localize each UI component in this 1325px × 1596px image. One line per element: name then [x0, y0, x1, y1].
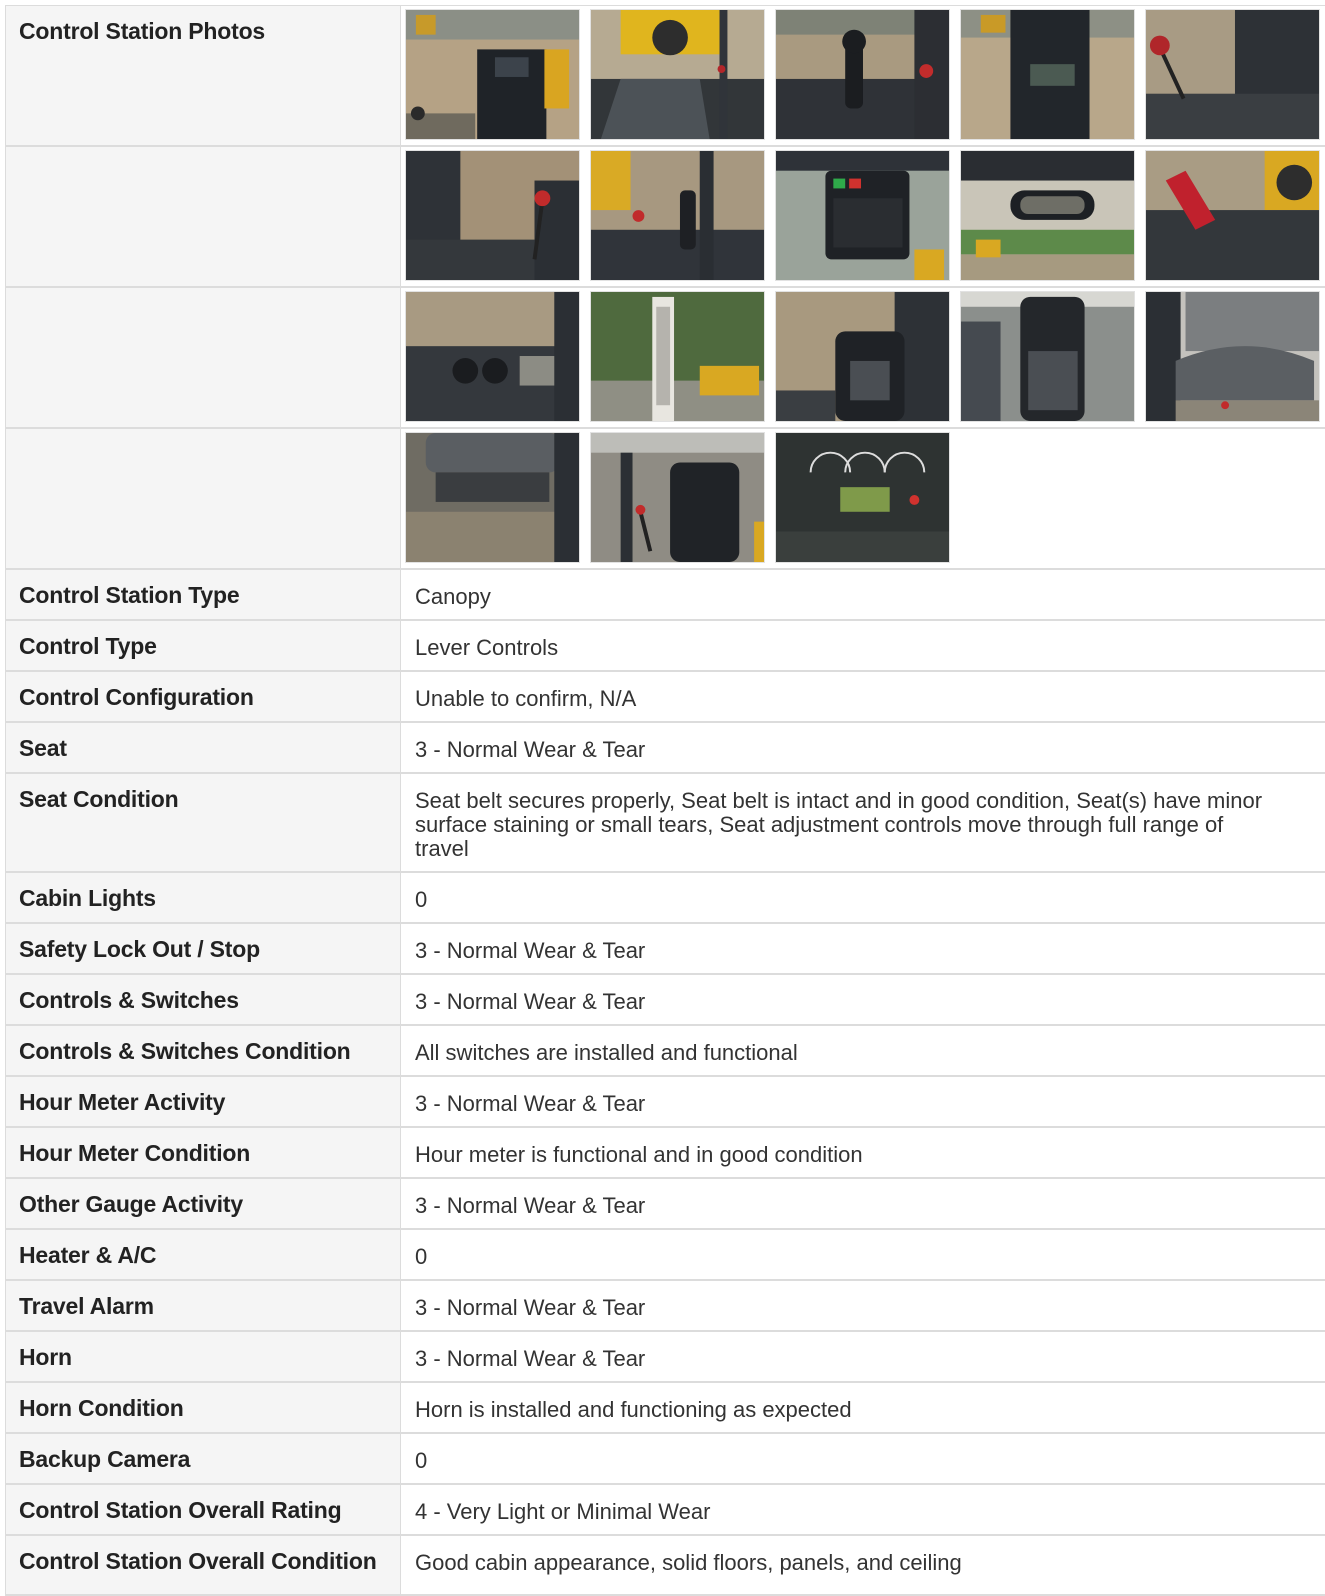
- spec-row: Safety Lock Out / Stop 3 - Normal Wear &…: [6, 924, 1325, 975]
- spec-label: Other Gauge Activity: [6, 1179, 401, 1228]
- control-station-table: Control Station Photos Control Station T…: [5, 5, 1325, 1596]
- photo-thumbnail[interactable]: [1145, 291, 1320, 422]
- photo-strip-4: [401, 429, 1325, 568]
- spec-row: Horn 3 - Normal Wear & Tear: [6, 1332, 1325, 1383]
- photo-thumbnail[interactable]: [590, 9, 765, 140]
- spec-label: Horn: [6, 1332, 401, 1381]
- spec-value: 4 - Very Light or Minimal Wear: [415, 1499, 711, 1524]
- spec-row: Hour Meter Condition Hour meter is funct…: [6, 1128, 1325, 1179]
- photo-thumbnail[interactable]: [405, 150, 580, 281]
- spec-value: 3 - Normal Wear & Tear: [415, 1091, 646, 1116]
- spec-row: Control Station Type Canopy: [6, 570, 1325, 621]
- spec-label: Controls & Switches: [6, 975, 401, 1024]
- spec-label: Travel Alarm: [6, 1281, 401, 1330]
- spec-label: Horn Condition: [6, 1383, 401, 1432]
- spec-value: Canopy: [415, 584, 491, 609]
- spec-row: Seat Condition Seat belt secures properl…: [6, 774, 1325, 873]
- spec-row: Control Station Overall Condition Good c…: [6, 1536, 1325, 1596]
- spec-label: Hour Meter Condition: [6, 1128, 401, 1177]
- spec-value: Lever Controls: [415, 635, 559, 660]
- spec-value: 3 - Normal Wear & Tear: [415, 989, 646, 1014]
- spec-value: 3 - Normal Wear & Tear: [415, 1295, 646, 1320]
- spec-row: Horn Condition Horn is installed and fun…: [6, 1383, 1325, 1434]
- photos-label: Control Station Photos: [6, 6, 401, 145]
- spec-label: Control Configuration: [6, 672, 401, 721]
- photo-thumbnail[interactable]: [960, 150, 1135, 281]
- spec-value: All switches are installed and functiona…: [415, 1040, 798, 1065]
- photo-empty-slot: [960, 432, 1135, 563]
- spec-row: Controls & Switches 3 - Normal Wear & Te…: [6, 975, 1325, 1026]
- spec-value: 3 - Normal Wear & Tear: [415, 737, 646, 762]
- photo-thumbnail[interactable]: [775, 432, 950, 563]
- photo-thumbnail[interactable]: [775, 9, 950, 140]
- spec-label: Safety Lock Out / Stop: [6, 924, 401, 973]
- photo-thumbnail[interactable]: [1145, 9, 1320, 140]
- spec-label: Backup Camera: [6, 1434, 401, 1483]
- spec-value: Horn is installed and functioning as exp…: [415, 1397, 852, 1422]
- photo-thumbnail[interactable]: [590, 150, 765, 281]
- photos-label-spacer: [6, 147, 401, 286]
- photo-strip-3: [401, 288, 1325, 427]
- photo-thumbnail[interactable]: [775, 150, 950, 281]
- spec-row: Backup Camera 0: [6, 1434, 1325, 1485]
- photos-label-spacer: [6, 288, 401, 427]
- photo-thumbnail[interactable]: [960, 291, 1135, 422]
- photo-thumbnail[interactable]: [405, 291, 580, 422]
- spec-value: 3 - Normal Wear & Tear: [415, 1346, 646, 1371]
- spec-row: Hour Meter Activity 3 - Normal Wear & Te…: [6, 1077, 1325, 1128]
- spec-label: Hour Meter Activity: [6, 1077, 401, 1126]
- spec-row: Control Station Overall Rating 4 - Very …: [6, 1485, 1325, 1536]
- photo-thumbnail[interactable]: [405, 432, 580, 563]
- spec-label: Heater & A/C: [6, 1230, 401, 1279]
- photo-thumbnail[interactable]: [405, 9, 580, 140]
- spec-label: Control Station Type: [6, 570, 401, 619]
- photos-label-spacer: [6, 429, 401, 568]
- photo-strip-2: [401, 147, 1325, 286]
- spec-value: 0: [415, 887, 428, 912]
- spec-row: Travel Alarm 3 - Normal Wear & Tear: [6, 1281, 1325, 1332]
- spec-row: Control Type Lever Controls: [6, 621, 1325, 672]
- photo-thumbnail[interactable]: [590, 291, 765, 422]
- spec-row: Heater & A/C 0: [6, 1230, 1325, 1281]
- spec-label: Seat Condition: [6, 774, 401, 871]
- photo-row-2: [6, 147, 1325, 288]
- spec-label: Control Type: [6, 621, 401, 670]
- spec-row: Other Gauge Activity 3 - Normal Wear & T…: [6, 1179, 1325, 1230]
- photo-thumbnail[interactable]: [960, 9, 1135, 140]
- spec-row: Control Configuration Unable to confirm,…: [6, 672, 1325, 723]
- photo-thumbnail[interactable]: [590, 432, 765, 563]
- spec-label: Control Station Overall Rating: [6, 1485, 401, 1534]
- spec-row: Controls & Switches Condition All switch…: [6, 1026, 1325, 1077]
- photo-strip-1: [401, 6, 1325, 145]
- spec-label: Cabin Lights: [6, 873, 401, 922]
- photo-thumbnail[interactable]: [1145, 150, 1320, 281]
- spec-value: 3 - Normal Wear & Tear: [415, 938, 646, 963]
- spec-value: Good cabin appearance, solid floors, pan…: [415, 1550, 962, 1575]
- spec-value: 0: [415, 1244, 428, 1269]
- photo-row-4: [6, 429, 1325, 570]
- spec-value: 3 - Normal Wear & Tear: [415, 1193, 646, 1218]
- spec-value: Unable to confirm, N/A: [415, 686, 637, 711]
- spec-label: Controls & Switches Condition: [6, 1026, 401, 1075]
- spec-row: Seat 3 - Normal Wear & Tear: [6, 723, 1325, 774]
- spec-row: Cabin Lights 0: [6, 873, 1325, 924]
- photo-row-3: [6, 288, 1325, 429]
- spec-value: 0: [415, 1448, 428, 1473]
- spec-value: Seat belt secures properly, Seat belt is…: [415, 788, 1263, 861]
- spec-value: Hour meter is functional and in good con…: [415, 1142, 863, 1167]
- photo-row-1: Control Station Photos: [6, 6, 1325, 147]
- photo-empty-slot: [1145, 432, 1320, 563]
- spec-label: Control Station Overall Condition: [6, 1536, 401, 1594]
- photo-thumbnail[interactable]: [775, 291, 950, 422]
- spec-label: Seat: [6, 723, 401, 772]
